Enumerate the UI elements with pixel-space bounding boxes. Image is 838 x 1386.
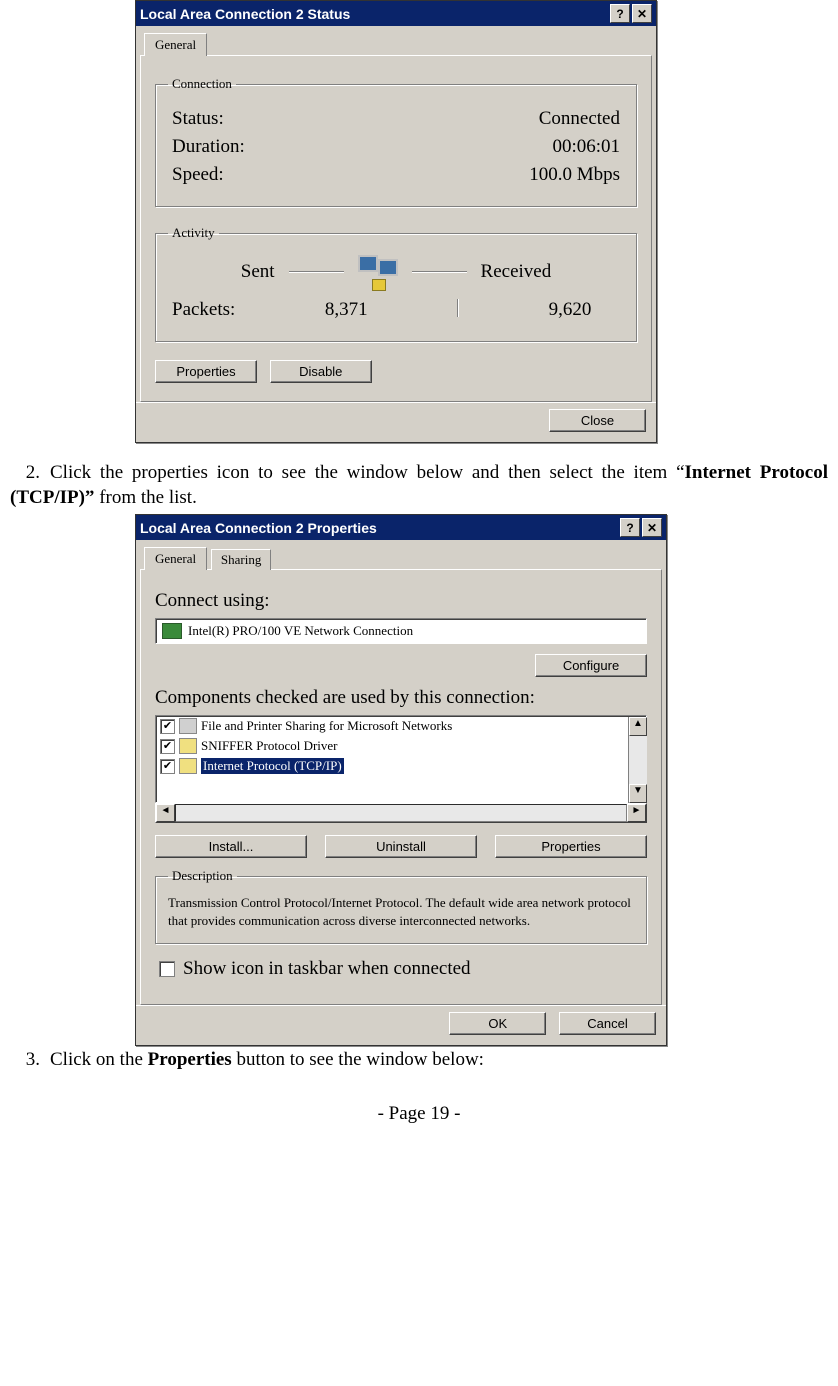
checkbox-icon[interactable] <box>160 739 175 754</box>
connect-using-label: Connect using: <box>155 590 647 612</box>
disable-button[interactable]: Disable <box>270 360 372 383</box>
status-tab-pane: Connection Status: Connected Duration: 0… <box>140 55 652 402</box>
properties-dialog: Local Area Connection 2 Properties ? ✕ G… <box>135 514 667 1046</box>
close-button[interactable]: Close <box>549 409 646 432</box>
step3-num: 3. <box>10 1048 40 1073</box>
status-value: Connected <box>539 108 620 130</box>
sent-label: Sent <box>241 261 275 283</box>
description-legend: Description <box>168 868 237 884</box>
connection-legend: Connection <box>168 76 236 92</box>
adapter-name: Intel(R) PRO/100 VE Network Connection <box>188 623 413 639</box>
scroll-up-icon[interactable]: ▲ <box>629 717 647 736</box>
packets-label: Packets: <box>172 299 235 321</box>
help-button[interactable]: ? <box>610 4 630 23</box>
duration-value: 00:06:01 <box>552 136 620 158</box>
props-titlebar: Local Area Connection 2 Properties ? ✕ <box>136 515 666 540</box>
install-button[interactable]: Install... <box>155 835 307 858</box>
status-label: Status: <box>172 108 224 130</box>
vertical-divider <box>457 299 459 317</box>
configure-button[interactable]: Configure <box>535 654 647 677</box>
status-button-row: Properties Disable <box>155 360 637 383</box>
activity-row: Sent Received <box>168 255 624 289</box>
adapter-field: Intel(R) PRO/100 VE Network Connection <box>155 618 647 644</box>
status-tabs: General <box>144 32 656 55</box>
protocol-icon <box>179 758 197 774</box>
service-icon <box>179 718 197 734</box>
scroll-down-icon[interactable]: ▼ <box>629 784 647 803</box>
step3-text: 3. Click on the Properties button to see … <box>10 1048 828 1073</box>
props-title: Local Area Connection 2 Properties <box>140 520 618 536</box>
divider-line <box>412 271 467 273</box>
packets-received-value: 9,620 <box>520 299 620 321</box>
vertical-scrollbar[interactable]: ▲ ▼ <box>628 717 647 803</box>
activity-group: Activity Sent Received Packets: 8,371 9,… <box>155 225 637 342</box>
checkbox-icon[interactable] <box>160 759 175 774</box>
checkbox-icon[interactable] <box>160 719 175 734</box>
packets-row: Packets: 8,371 9,620 <box>172 299 620 321</box>
components-label: Components checked are used by this conn… <box>155 687 647 709</box>
show-icon-row[interactable]: Show icon in taskbar when connected <box>159 958 647 980</box>
speed-value: 100.0 Mbps <box>529 164 620 186</box>
network-activity-icon <box>358 255 398 289</box>
cancel-button[interactable]: Cancel <box>559 1012 656 1035</box>
status-row: Status: Connected <box>172 108 620 130</box>
step2-num: 2. <box>10 461 40 486</box>
show-icon-checkbox[interactable] <box>159 961 175 977</box>
list-item[interactable]: SNIFFER Protocol Driver <box>156 736 646 756</box>
step3-bold: Properties <box>148 1049 232 1070</box>
props-footer: OK Cancel <box>136 1005 666 1045</box>
step2-a: Click the properties icon to see the win… <box>50 462 685 483</box>
connection-group: Connection Status: Connected Duration: 0… <box>155 76 637 207</box>
tab-general[interactable]: General <box>144 33 207 56</box>
list-item[interactable]: File and Printer Sharing for Microsoft N… <box>156 716 646 736</box>
props-tabs: General Sharing <box>144 546 666 569</box>
page-number: - Page 19 - <box>10 1103 828 1125</box>
ok-button[interactable]: OK <box>449 1012 546 1035</box>
status-dialog: Local Area Connection 2 Status ? ✕ Gener… <box>135 0 657 443</box>
divider-line <box>289 271 344 273</box>
received-label: Received <box>481 261 552 283</box>
close-icon[interactable]: ✕ <box>632 4 652 23</box>
duration-row: Duration: 00:06:01 <box>172 136 620 158</box>
status-title: Local Area Connection 2 Status <box>140 6 608 22</box>
duration-label: Duration: <box>172 136 245 158</box>
scroll-left-icon[interactable]: ◄ <box>156 804 175 822</box>
step3-a: Click on the <box>50 1049 148 1070</box>
list-item-label: File and Printer Sharing for Microsoft N… <box>201 718 452 734</box>
uninstall-button[interactable]: Uninstall <box>325 835 477 858</box>
nic-icon <box>162 623 182 639</box>
step2-b: from the list. <box>94 487 196 508</box>
help-button[interactable]: ? <box>620 518 640 537</box>
component-buttons: Install... Uninstall Properties <box>155 835 647 858</box>
step3-b: button to see the window below: <box>232 1049 484 1070</box>
component-properties-button[interactable]: Properties <box>495 835 647 858</box>
list-item-label: SNIFFER Protocol Driver <box>201 738 338 754</box>
close-icon[interactable]: ✕ <box>642 518 662 537</box>
props-tab-pane: Connect using: Intel(R) PRO/100 VE Netwo… <box>140 569 662 1005</box>
protocol-icon <box>179 738 197 754</box>
components-list[interactable]: File and Printer Sharing for Microsoft N… <box>155 715 647 803</box>
tab-general[interactable]: General <box>144 547 207 570</box>
list-item-selected[interactable]: Internet Protocol (TCP/IP) <box>156 756 646 776</box>
show-icon-label: Show icon in taskbar when connected <box>183 958 471 980</box>
step2-text: 2. Click the properties icon to see the w… <box>10 461 828 510</box>
activity-legend: Activity <box>168 225 219 241</box>
tab-sharing[interactable]: Sharing <box>211 549 271 570</box>
description-group: Description Transmission Control Protoco… <box>155 868 647 944</box>
speed-row: Speed: 100.0 Mbps <box>172 164 620 186</box>
speed-label: Speed: <box>172 164 224 186</box>
properties-button[interactable]: Properties <box>155 360 257 383</box>
packets-sent-value: 8,371 <box>296 299 396 321</box>
status-titlebar: Local Area Connection 2 Status ? ✕ <box>136 1 656 26</box>
description-text: Transmission Control Protocol/Internet P… <box>168 894 634 929</box>
scroll-right-icon[interactable]: ► <box>627 804 646 822</box>
list-item-label: Internet Protocol (TCP/IP) <box>201 758 344 774</box>
horizontal-scrollbar[interactable]: ◄ ► <box>155 803 647 823</box>
status-footer: Close <box>136 402 656 442</box>
